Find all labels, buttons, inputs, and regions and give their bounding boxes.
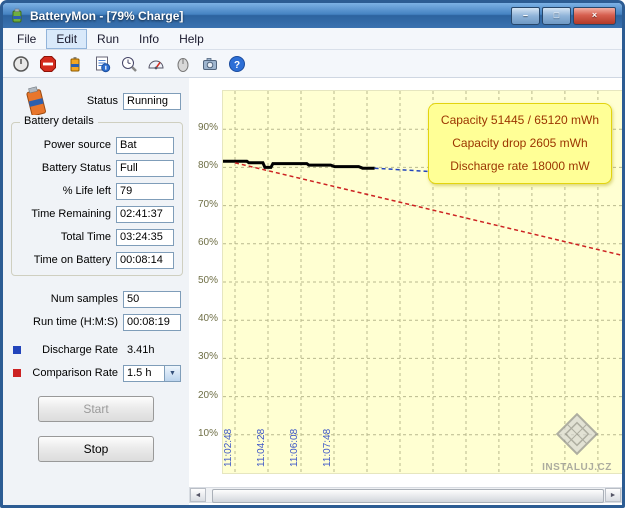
menu-bar: File Edit Run Info Help xyxy=(3,28,622,50)
gauge-icon[interactable] xyxy=(146,54,166,74)
report-icon[interactable] xyxy=(92,54,112,74)
batterymon-window: BatteryMon - [79% Charge] – □ × File Edi… xyxy=(0,0,625,508)
chart-y-tick-label: 30% xyxy=(197,351,218,363)
chart-y-tick-label: 90% xyxy=(197,122,218,134)
capacity-drop-annotation: Capacity drop 2605 mWh xyxy=(452,136,588,150)
chart-x-tick-label: 11:02:48 xyxy=(222,428,234,467)
run-time-row: Run time (H:M:S) 00:08:19 xyxy=(3,313,181,331)
num-samples-field: 50 xyxy=(123,290,181,308)
battery-details-legend: Battery details xyxy=(20,115,98,127)
capacity-annotation: Capacity 51445 / 65120 mWh xyxy=(440,113,599,127)
app-battery-icon xyxy=(12,8,22,22)
history-icon[interactable] xyxy=(119,54,139,74)
run-time-field: 00:08:19 xyxy=(123,313,181,331)
client-area: Status Running Battery details Power sou… xyxy=(3,78,622,505)
time-on-battery-label: Time on Battery xyxy=(33,254,111,266)
minimize-button[interactable]: – xyxy=(511,6,540,25)
time-remaining-field: 02:41:37 xyxy=(116,205,174,223)
run-time-label: Run time (H:M:S) xyxy=(33,316,118,328)
stop-sign-icon[interactable] xyxy=(38,54,58,74)
comparison-rate-legend-swatch xyxy=(13,369,21,377)
battery-status-field: Full xyxy=(116,159,174,177)
status-panel: Status Running Battery details Power sou… xyxy=(3,78,189,505)
num-samples-label: Num samples xyxy=(50,293,118,305)
total-time-row: Total Time 03:24:35 xyxy=(12,228,174,246)
discharge-rate-legend-swatch xyxy=(13,346,21,354)
chart-y-axis-labels: 90% 80% 70% 60% 50% 40% 30% 20% 10% xyxy=(189,78,221,505)
start-button[interactable]: Start xyxy=(38,396,154,422)
svg-text:?: ? xyxy=(234,60,240,71)
power-icon[interactable] xyxy=(11,54,31,74)
time-on-battery-row: Time on Battery 00:08:14 xyxy=(12,251,174,269)
page-title: BatteryMon - [79% Charge] xyxy=(30,8,184,23)
stop-button[interactable]: Stop xyxy=(38,436,154,462)
chart-area: 90% 80% 70% 60% 50% 40% 30% 20% 10% Capacity 514… xyxy=(189,78,622,505)
power-source-field: Bat xyxy=(116,136,174,154)
menu-item-info[interactable]: Info xyxy=(129,29,169,49)
menu-item-help[interactable]: Help xyxy=(169,29,214,49)
time-on-battery-field: 00:08:14 xyxy=(116,251,174,269)
power-source-label: Power source xyxy=(43,139,111,151)
comparison-rate-dropdown[interactable]: 1.5 h ▼ xyxy=(123,364,181,382)
chart-x-tick-label: 11:04:28 xyxy=(255,428,267,467)
chart-y-tick-label: 80% xyxy=(197,160,218,172)
discharge-rate-value: 3.41h xyxy=(127,343,155,356)
scroll-left-arrow-icon[interactable]: ◄ xyxy=(190,488,206,502)
chart-x-tick-label: 11:06:08 xyxy=(288,428,300,467)
life-left-label: % Life left xyxy=(62,185,111,197)
watermark-text: INSTALUJ.CZ xyxy=(542,462,612,473)
scrollbar-thumb[interactable] xyxy=(212,489,604,503)
status-label: Status xyxy=(86,95,118,107)
battery-details-groupbox: Battery details Power source Bat Battery… xyxy=(11,115,183,276)
installuj-watermark: INSTALUJ.CZ xyxy=(538,411,616,473)
chart-y-tick-label: 50% xyxy=(197,275,218,286)
time-remaining-row: Time Remaining 02:41:37 xyxy=(12,205,174,223)
chart-x-tick-label: 11:07:48 xyxy=(321,428,333,467)
chart-y-tick-label: 20% xyxy=(197,389,218,401)
status-field: Running xyxy=(123,92,181,110)
close-button[interactable]: × xyxy=(573,6,616,25)
battery-status-label: Battery Status xyxy=(41,162,111,174)
installuj-logo-icon xyxy=(555,412,599,456)
menu-item-run[interactable]: Run xyxy=(87,29,129,49)
status-row: Status Running xyxy=(3,92,181,110)
chart-horizontal-scrollbar[interactable]: ◄ ► xyxy=(189,487,622,503)
battery-status-row: Battery Status Full xyxy=(12,159,174,177)
chevron-down-icon[interactable]: ▼ xyxy=(164,365,180,381)
chart-y-tick-label: 40% xyxy=(197,313,218,325)
comparison-rate-value: 1.5 h xyxy=(127,366,152,379)
total-time-field: 03:24:35 xyxy=(116,228,174,246)
discharge-rate-annotation: Discharge rate 18000 mW xyxy=(450,159,590,173)
comparison-rate-row: Comparison Rate 1.5 h ▼ xyxy=(3,364,181,382)
chart-y-tick-label: 70% xyxy=(197,198,218,210)
menu-item-file[interactable]: File xyxy=(7,29,46,49)
chart-y-tick-label: 60% xyxy=(197,236,218,248)
chart-y-tick-label: 10% xyxy=(197,427,218,439)
life-left-row: % Life left 79 xyxy=(12,182,174,200)
total-time-label: Total Time xyxy=(60,231,111,243)
power-source-row: Power source Bat xyxy=(12,136,174,154)
battery-icon[interactable] xyxy=(65,54,85,74)
num-samples-row: Num samples 50 xyxy=(3,290,181,308)
time-remaining-label: Time Remaining xyxy=(31,208,111,220)
life-left-field: 79 xyxy=(116,182,174,200)
help-icon[interactable]: ? xyxy=(227,54,247,74)
snapshot-icon[interactable] xyxy=(200,54,220,74)
title-bar[interactable]: BatteryMon - [79% Charge] – □ × xyxy=(3,3,622,28)
discharge-rate-row: Discharge Rate 3.41h xyxy=(3,341,181,359)
menu-item-edit[interactable]: Edit xyxy=(46,28,88,49)
pointer-icon[interactable] xyxy=(173,54,193,74)
maximize-button[interactable]: □ xyxy=(542,6,571,25)
scroll-right-arrow-icon[interactable]: ► xyxy=(605,488,621,502)
toolbar: ? xyxy=(3,50,622,78)
chart-info-tooltip: Capacity 51445 / 65120 mWh Capacity drop… xyxy=(427,103,612,184)
